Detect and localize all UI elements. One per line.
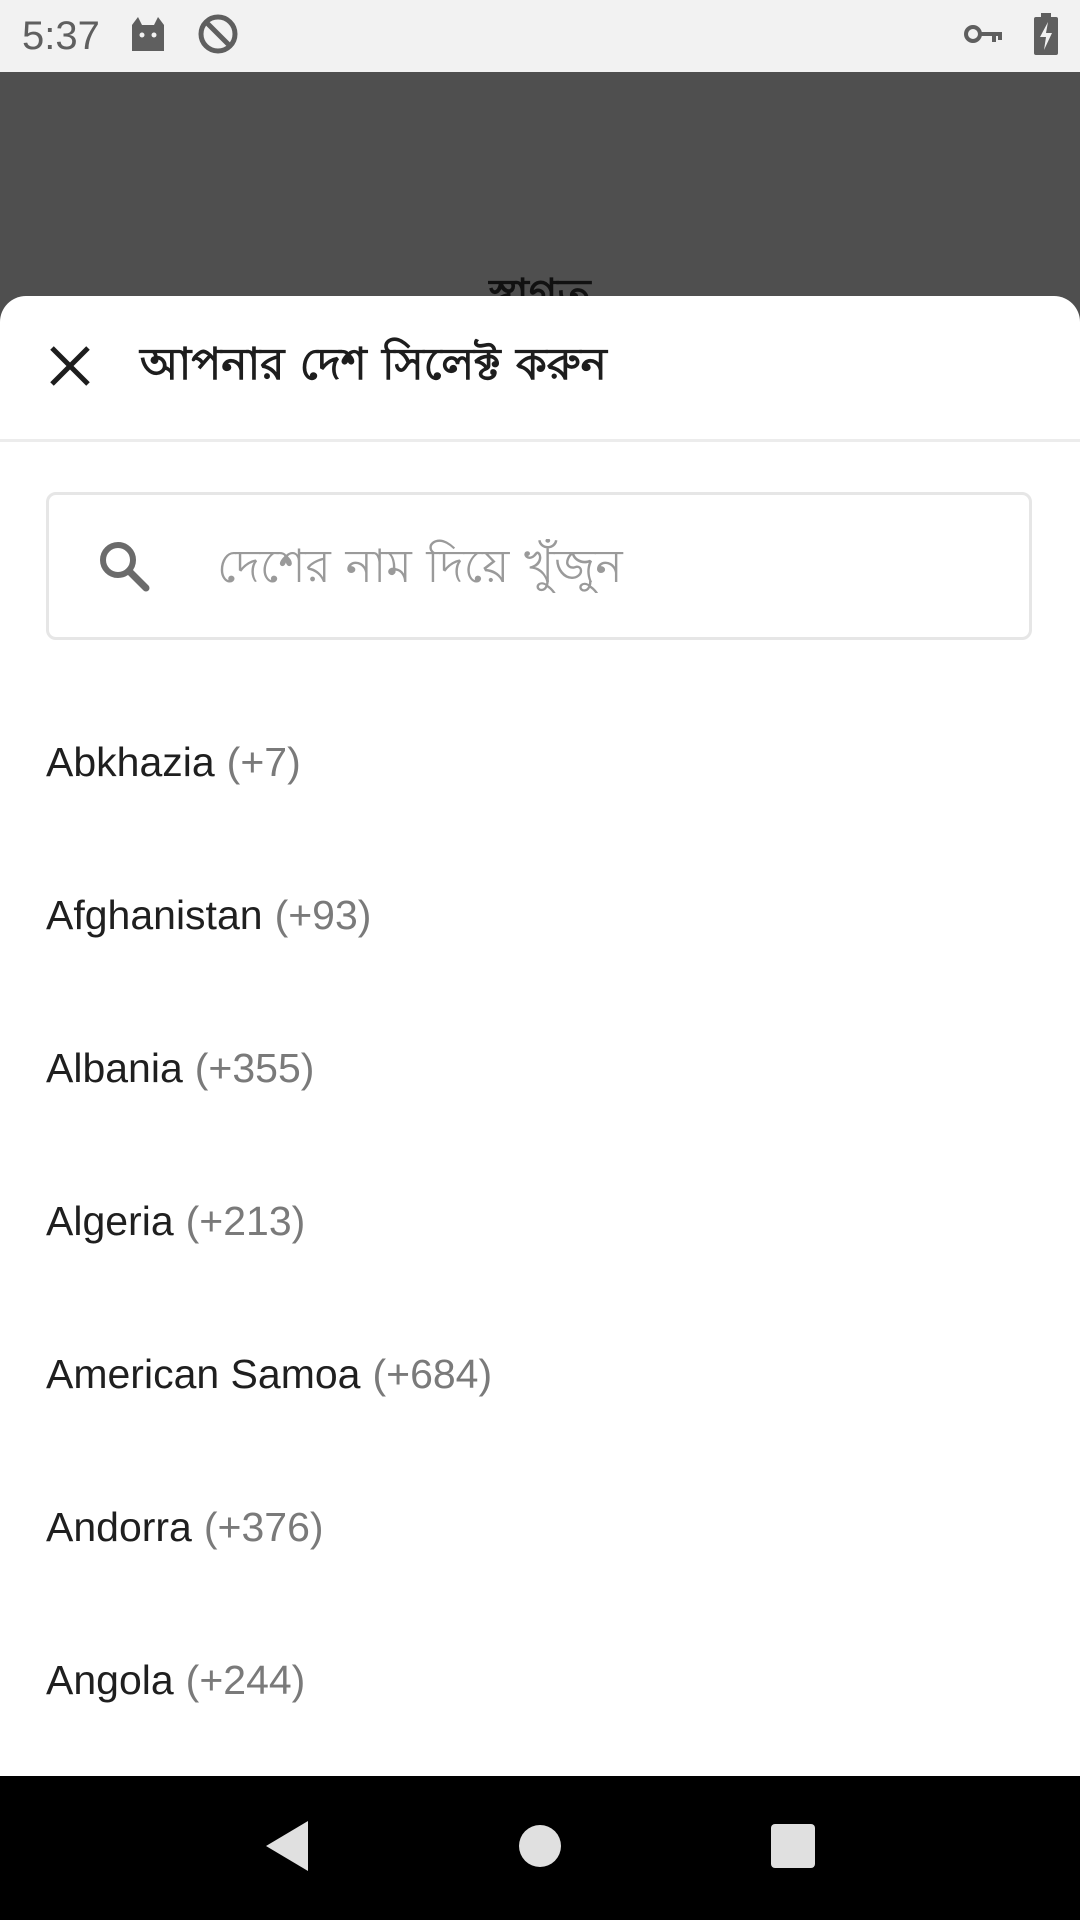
do-not-disturb-icon [196,12,240,60]
country-name: Abkhazia [46,739,215,785]
screen: 5:37 আপনার দেশ সিলেক্ট করুন দেশের নাম দি… [0,0,1080,1920]
recents-button[interactable] [748,1803,838,1893]
country-list: Abkhazia (+7) Afghanistan (+93) Albania … [0,686,1080,1757]
close-icon [48,344,92,392]
country-dial-code: (+93) [274,892,372,938]
battery-charging-icon [1034,13,1058,59]
home-button[interactable] [495,1803,585,1893]
search-box[interactable] [46,492,1032,640]
search-icon [49,538,199,594]
country-picker-sheet: আপনার দেশ সিলেক্ট করুন Abkhazia (+7) Afg… [0,296,1080,1776]
status-icons-right [964,13,1058,59]
recents-icon [770,1823,816,1873]
sheet-title: আপনার দেশ সিলেক্ট করুন [140,339,607,390]
country-item-algeria[interactable]: Algeria (+213) [0,1145,1080,1298]
status-time: 5:37 [22,13,100,58]
country-item-afghanistan[interactable]: Afghanistan (+93) [0,839,1080,992]
country-dial-code: (+684) [372,1351,493,1397]
country-item-angola[interactable]: Angola (+244) [0,1604,1080,1757]
background-app: স্বাগত [0,72,1080,321]
sheet-header: আপনার দেশ সিলেক্ট করুন [0,296,1080,442]
country-item-abkhazia[interactable]: Abkhazia (+7) [0,686,1080,839]
back-icon [262,1819,312,1877]
vpn-key-icon [964,22,1004,50]
country-name: Angola [46,1657,174,1703]
country-name: Andorra [46,1504,192,1550]
close-button[interactable] [0,296,140,441]
country-name: Albania [46,1045,183,1091]
country-item-andorra[interactable]: Andorra (+376) [0,1451,1080,1604]
search-input[interactable] [217,539,997,593]
country-dial-code: (+244) [185,1657,306,1703]
country-dial-code: (+376) [203,1504,324,1550]
country-dial-code: (+355) [194,1045,315,1091]
cat-icon [128,15,168,57]
status-bar: 5:37 [0,0,1080,72]
country-name: Afghanistan [46,892,263,938]
country-dial-code: (+7) [226,739,301,785]
country-item-albania[interactable]: Albania (+355) [0,992,1080,1145]
country-name: Algeria [46,1198,174,1244]
country-dial-code: (+213) [185,1198,306,1244]
back-button[interactable] [242,1803,332,1893]
navigation-bar [0,1776,1080,1920]
country-name: American Samoa [46,1351,361,1397]
status-icons-left [128,12,240,60]
home-icon [517,1823,563,1873]
country-item-american-samoa[interactable]: American Samoa (+684) [0,1298,1080,1451]
